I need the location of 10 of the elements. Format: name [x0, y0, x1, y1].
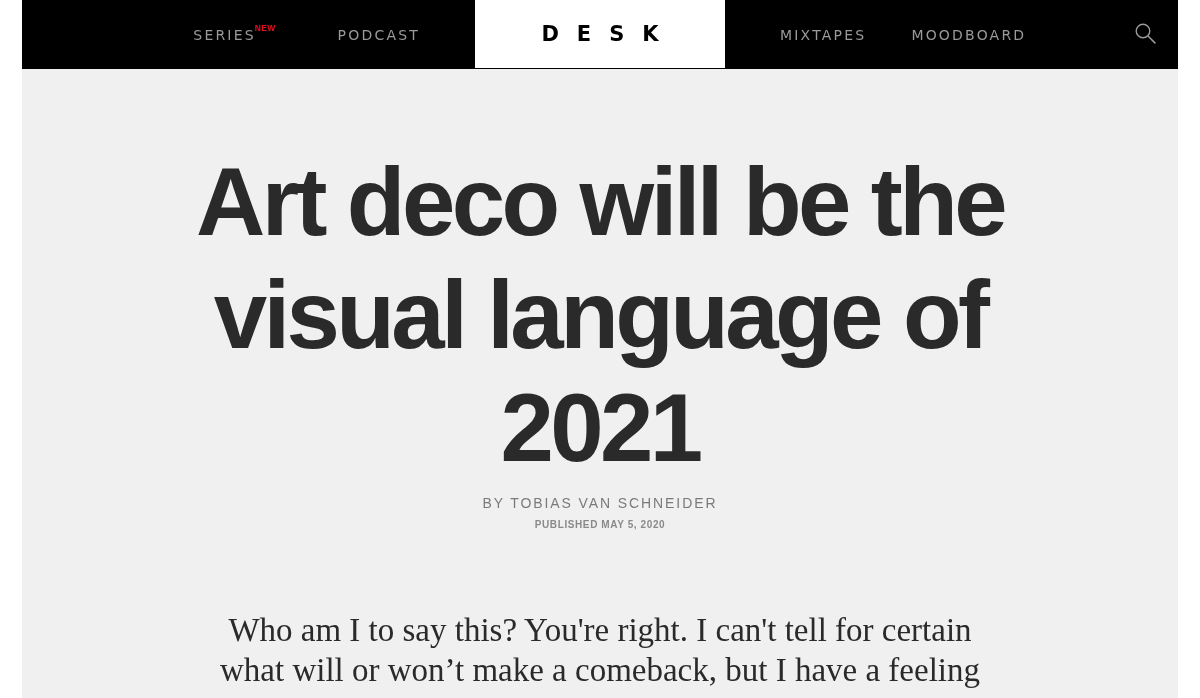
new-label: NEW [254, 22, 276, 33]
search-icon[interactable] [1135, 22, 1156, 44]
article-title: Art deco will be the visual language of 2021 [194, 147, 1006, 483]
nav-link[interactable]: MIXTAPES [780, 26, 867, 43]
nav-link[interactable]: PODCAST [337, 26, 420, 43]
nav-link[interactable]: MOODBOARD [911, 26, 1027, 43]
author-byline: BY TOBIAS VAN SCHNEIDER [482, 494, 718, 512]
intro-paragraph: Who am I to say this? You're right. I can't tell for certain what will or won’t make a comeback, but I have a feeling [220, 611, 980, 690]
logo[interactable]: DESK [475, 0, 725, 68]
publish-date: PUBLISHED MAY 5, 2020 [534, 519, 666, 531]
